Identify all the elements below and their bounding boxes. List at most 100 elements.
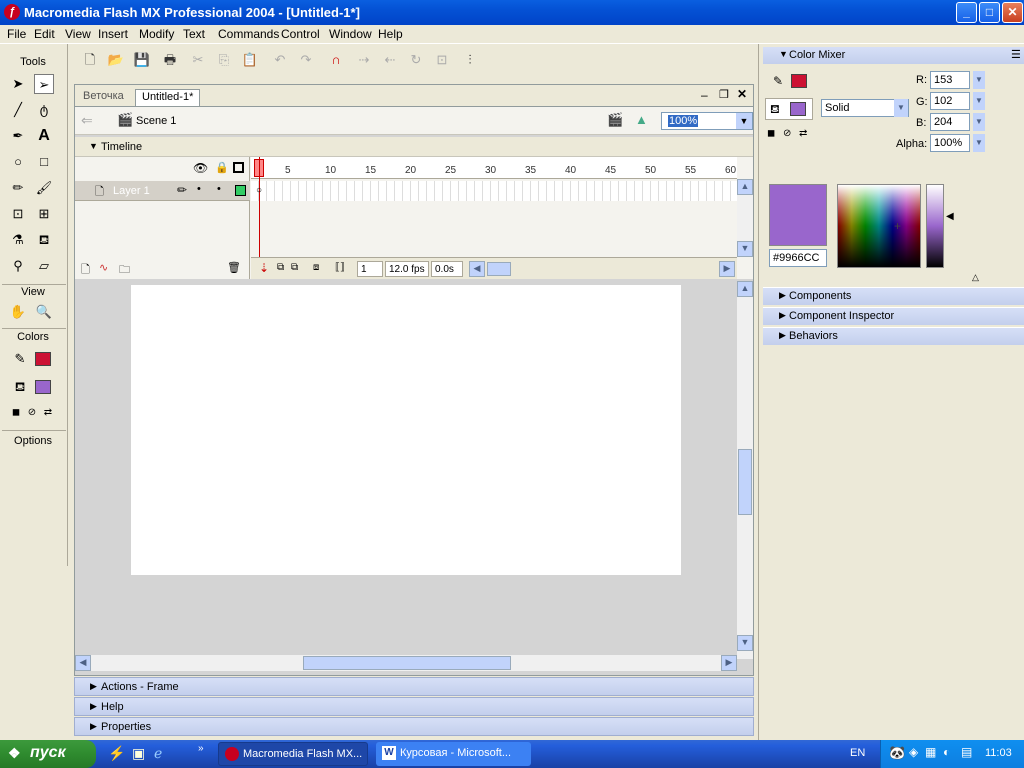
scroll-left-icon[interactable]: ◀ [469, 261, 485, 277]
expand-triangle-icon[interactable]: ▶ [90, 701, 97, 712]
straighten-icon[interactable]: ⇠ [380, 50, 400, 70]
chevron-down-icon[interactable]: ▼ [973, 92, 985, 110]
scroll-thumb[interactable] [738, 449, 752, 515]
r-input[interactable]: 153 [930, 71, 970, 89]
scroll-right-icon[interactable]: ▶ [721, 655, 737, 671]
stage[interactable] [131, 285, 681, 575]
align-icon[interactable]: ⫶ [460, 50, 480, 70]
undo-icon[interactable]: ↶ [270, 50, 290, 70]
trash-icon[interactable]: 🗑 [227, 261, 241, 274]
new-file-icon[interactable]: 🗋 [80, 50, 100, 70]
menu-window[interactable]: Window [329, 27, 372, 41]
open-icon[interactable]: 📂 [106, 50, 126, 70]
visibility-dot-icon[interactable]: • [197, 183, 201, 195]
maximize-button[interactable]: □ [979, 2, 1000, 23]
options-menu-icon[interactable]: ☰ [1011, 48, 1021, 61]
layer-name[interactable]: Layer 1 [113, 185, 150, 197]
fill-transform-tool-icon[interactable]: ⊞ [34, 204, 54, 224]
edit-symbols-icon[interactable]: ▲ [635, 112, 648, 127]
scroll-thumb[interactable] [303, 656, 511, 670]
paint-bucket-tool-icon[interactable]: ⛾ [34, 230, 54, 250]
expand-triangle-icon[interactable]: ▶ [779, 330, 786, 341]
slider-pointer-icon[interactable]: ◀ [946, 211, 954, 222]
center-frame-icon[interactable]: ⇣ [259, 261, 269, 275]
menu-text[interactable]: Text [183, 27, 205, 41]
panel-components[interactable]: ▶ Components [763, 287, 1024, 305]
menu-edit[interactable]: Edit [34, 27, 55, 41]
swap-colors-icon[interactable]: ⇄ [799, 128, 807, 139]
scroll-right-icon[interactable]: ▶ [719, 261, 735, 277]
paste-icon[interactable]: 📋 [240, 50, 260, 70]
tray-icon[interactable]: ▤ [961, 745, 972, 759]
doc-minimize-icon[interactable]: – [701, 88, 708, 102]
collapse-triangle-icon[interactable]: ▼ [779, 49, 788, 59]
outline-icon[interactable] [233, 162, 244, 173]
pencil-tool-icon[interactable]: ✏ [8, 178, 28, 198]
scroll-down-icon[interactable]: ▼ [737, 635, 753, 651]
scroll-up-icon[interactable]: ▲ [737, 179, 753, 195]
zoom-tool-icon[interactable]: 🔍 [34, 302, 54, 322]
chevron-icon[interactable]: » [198, 743, 204, 754]
frame-area[interactable]: 1 5 10 15 20 25 30 35 40 45 50 55 60 ○ [251, 157, 737, 257]
eraser-tool-icon[interactable]: ▱ [34, 256, 54, 276]
lock-dot-icon[interactable]: • [217, 183, 221, 195]
alpha-input[interactable]: 100% [930, 134, 970, 152]
tray-icon[interactable]: ◈ [909, 745, 918, 759]
keyframe-icon[interactable]: ○ [256, 185, 262, 196]
fill-type-select[interactable]: Solid ▼ [821, 99, 909, 117]
panel-help[interactable]: ▶ Help [74, 697, 754, 716]
panel-component-inspector[interactable]: ▶ Component Inspector [763, 307, 1024, 325]
menu-help[interactable]: Help [378, 27, 403, 41]
swap-colors-icon[interactable]: ⇄ [38, 403, 58, 423]
stage-vscrollbar[interactable]: ▲ ▼ [737, 281, 753, 659]
tray-icon[interactable]: 🐼 [889, 745, 905, 761]
subselect-tool-icon[interactable]: ➢ [34, 74, 54, 94]
brightness-slider[interactable] [926, 184, 944, 268]
oval-tool-icon[interactable]: ○ [8, 152, 28, 172]
lasso-tool-icon[interactable]: ტ [34, 100, 54, 120]
snap-magnet-icon[interactable]: ∩ [326, 50, 346, 70]
menu-commands[interactable]: Commands [218, 27, 279, 41]
layer-row[interactable]: 🗋 Layer 1 ✏ • • [75, 181, 250, 201]
expand-triangle-icon[interactable]: ▶ [90, 681, 97, 692]
chevron-down-icon[interactable]: ▼ [973, 134, 985, 152]
pen-tool-icon[interactable]: ✒ [8, 126, 28, 146]
scene-label[interactable]: Scene 1 [136, 115, 176, 127]
arrow-tool-icon[interactable]: ➤ [8, 74, 28, 94]
scale-icon[interactable]: ⊡ [432, 50, 452, 70]
edit-scene-icon[interactable]: 🎬 [607, 112, 623, 128]
rectangle-tool-icon[interactable]: □ [34, 152, 54, 172]
doc-close-icon[interactable]: ✕ [737, 87, 747, 101]
panel-actions-frame[interactable]: ▶ Actions - Frame [74, 677, 754, 696]
collapse-arrow-icon[interactable]: △ [972, 272, 979, 283]
close-button[interactable]: ✕ [1002, 2, 1023, 23]
fill-swatch-box[interactable]: ⛾ [765, 98, 813, 120]
eye-icon[interactable]: 👁 [193, 161, 208, 175]
menu-view[interactable]: View [65, 27, 91, 41]
menu-control[interactable]: Control [281, 27, 320, 41]
tab-vetochka[interactable]: Веточка [77, 89, 130, 106]
chevron-down-icon[interactable]: ▼ [894, 99, 908, 117]
color-mixer-header[interactable]: ▼ Color Mixer ☰ [763, 47, 1024, 64]
hex-input[interactable]: #9966CC [769, 249, 827, 267]
print-icon[interactable]: 🖶 [160, 50, 180, 70]
free-transform-tool-icon[interactable]: ⊡ [8, 204, 28, 224]
scroll-left-icon[interactable]: ◀ [75, 655, 91, 671]
onion-outline-icon[interactable]: ⧉ [291, 262, 298, 273]
modify-markers-icon[interactable]: ⟦⟧ [335, 262, 345, 273]
expand-triangle-icon[interactable]: ▶ [90, 721, 97, 732]
frames-row[interactable] [251, 181, 737, 201]
quicklaunch-icon[interactable]: ▣ [132, 745, 145, 762]
back-arrow-icon[interactable]: ⇐ [81, 112, 93, 129]
hand-tool-icon[interactable]: ✋ [8, 302, 28, 322]
stroke-swatch[interactable] [791, 74, 807, 88]
fill-swatch[interactable] [790, 102, 806, 116]
scroll-down-icon[interactable]: ▼ [737, 241, 753, 257]
onion-skin-icon[interactable]: ⧉ [277, 262, 284, 273]
task-flash[interactable]: Macromedia Flash MX... [218, 742, 368, 766]
copy-icon[interactable]: ⎘ [214, 50, 234, 70]
save-icon[interactable]: 💾 [132, 50, 152, 70]
timeline-header[interactable]: ▼ Timeline [75, 137, 753, 157]
frame-rate[interactable]: 12.0 fps [385, 261, 429, 277]
start-button[interactable]: ❖ пуск [0, 740, 96, 768]
